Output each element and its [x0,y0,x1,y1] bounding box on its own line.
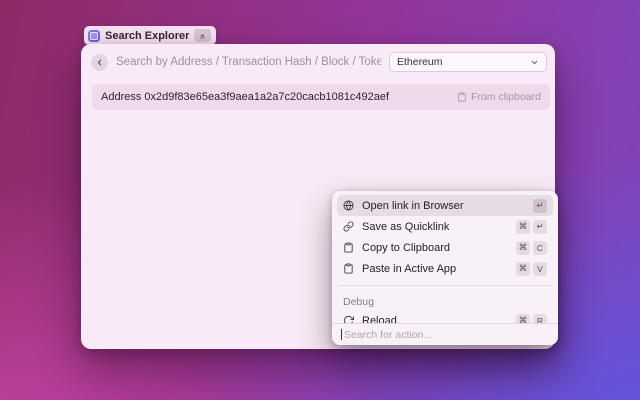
search-bar: Search by Address / Transaction Hash / B… [81,44,555,80]
text-cursor [341,329,342,340]
action-search-input[interactable]: Search for action... [344,329,432,341]
shortcut-keys: ⌘↵ [516,220,547,234]
shortcut-keys: ↵ [533,199,547,213]
action-menu-list: Open link in Browser↵Save as Quicklink⌘↵… [332,191,558,324]
menu-section-title: Debug [337,292,553,310]
keycap: ⌘ [516,241,530,255]
network-dropdown-value: Ethereum [397,56,443,68]
action-search-bar: Search for action... [332,323,558,345]
eject-icon[interactable] [194,29,211,42]
menu-divider [338,285,552,286]
action-menu-item-label: Copy to Clipboard [362,242,508,254]
shortcut-keys: ⌘V [516,262,547,276]
desktop-background: Search Explorer Search by Address / Tran… [0,0,640,400]
app-title: Search Explorer [105,30,189,42]
shortcut-keys: ⌘C [516,241,547,255]
result-accessory: From clipboard [457,91,541,103]
clipboard-icon [343,242,354,253]
search-input[interactable]: Search by Address / Transaction Hash / B… [116,56,381,68]
clipboard-icon [343,263,354,274]
search-explorer-app-icon [88,30,100,42]
action-menu-item-label: Paste in Active App [362,263,508,275]
action-menu: Open link in Browser↵Save as Quicklink⌘↵… [332,191,558,345]
link-icon [343,221,354,232]
result-row-address[interactable]: Address 0x2d9f83e65ea3f9aea1a2a7c20cacb1… [92,84,550,110]
action-menu-item-label: Save as Quicklink [362,221,508,233]
clipboard-icon [457,92,467,102]
action-menu-item[interactable]: Copy to Clipboard ⌘C [337,237,553,258]
back-button[interactable] [91,54,108,71]
network-dropdown[interactable]: Ethereum [389,52,547,72]
action-menu-item[interactable]: Paste in Active App ⌘V [337,258,553,279]
result-title: Address 0x2d9f83e65ea3f9aea1a2a7c20cacb1… [101,91,389,103]
chevron-down-icon [530,58,539,67]
keycap: C [533,241,547,255]
globe-icon [343,200,354,211]
app-icon-glyph [90,32,98,40]
action-menu-item[interactable]: Reload⌘R [337,310,553,324]
keycap: ↵ [533,220,547,234]
action-menu-item[interactable]: Open link in Browser ↵ [337,195,553,216]
action-menu-item-label: Open link in Browser [362,200,525,212]
result-accessory-label: From clipboard [471,91,541,103]
keycap: ⌘ [516,220,530,234]
keycap: V [533,262,547,276]
window-title-chip[interactable]: Search Explorer [84,26,216,45]
keycap: ↵ [533,199,547,213]
keycap: ⌘ [516,262,530,276]
action-menu-item[interactable]: Save as Quicklink ⌘↵ [337,216,553,237]
